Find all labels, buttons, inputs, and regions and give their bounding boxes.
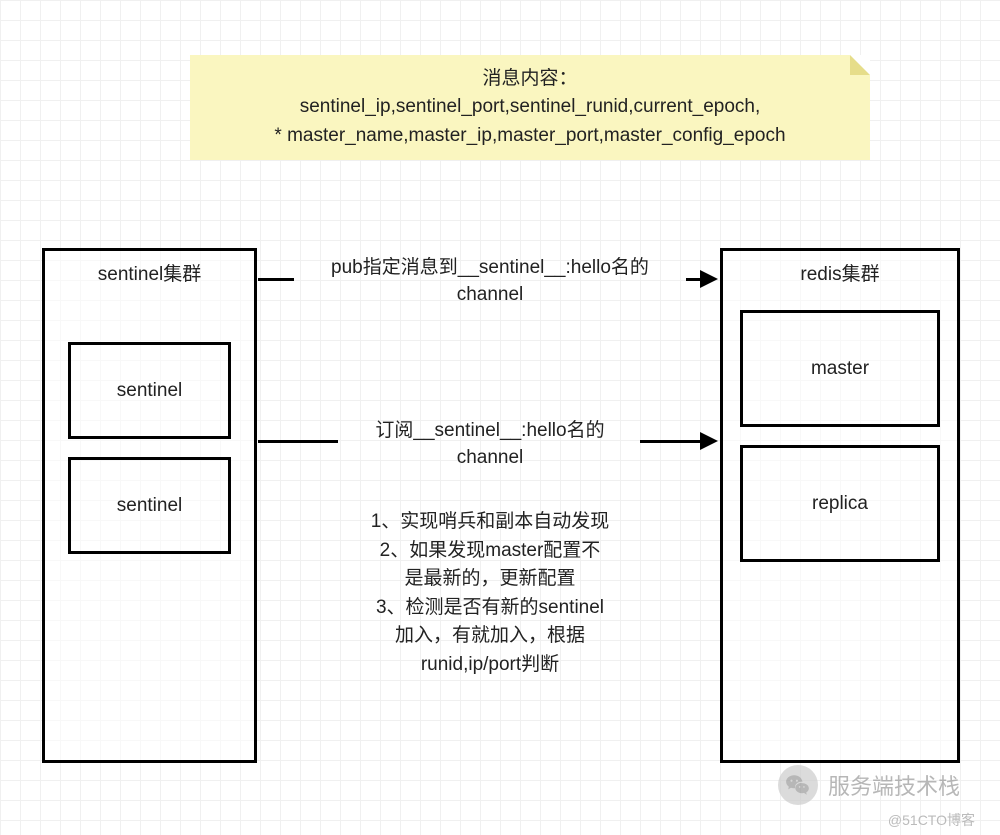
notes-item3c: runid,ip/port判断 [325, 651, 655, 680]
master-node: master [740, 310, 940, 427]
sentinel-node-1: sentinel [68, 342, 231, 439]
notes-item3b: 加入，有就加入，根据 [325, 622, 655, 651]
sentinel-cluster-title: sentinel集群 [45, 251, 254, 292]
attribution: @51CTO博客 [888, 810, 975, 830]
note-line1: sentinel_ip,sentinel_port,sentinel_runid… [300, 93, 761, 122]
arrow-top-line2: channel [295, 282, 685, 309]
sentinel-cluster-box: sentinel集群 sentinel sentinel [42, 248, 257, 763]
notes-item1: 1、实现哨兵和副本自动发现 [325, 508, 655, 537]
notes-item2a: 2、如果发现master配置不 [325, 537, 655, 566]
watermark-text: 服务端技术栈 [828, 769, 960, 801]
notes-item2b: 是最新的，更新配置 [325, 565, 655, 594]
sentinel-node-2: sentinel [68, 457, 231, 554]
arrow-top-line-left [258, 278, 294, 281]
arrow-top-line-right [686, 278, 701, 281]
note-line2: * master_name,master_ip,master_port,mast… [274, 122, 785, 151]
arrow-bottom-line-right [640, 440, 700, 443]
redis-cluster-box: redis集群 master replica [720, 248, 960, 763]
arrow-bottom-line2: channel [340, 445, 640, 472]
arrow-bottom-line-left [258, 440, 338, 443]
sticky-note: 消息内容： sentinel_ip,sentinel_port,sentinel… [190, 55, 870, 160]
arrow-top-line1: pub指定消息到__sentinel__:hello名的 [295, 255, 685, 282]
arrow-top-head [700, 270, 718, 288]
arrow-top-label: pub指定消息到__sentinel__:hello名的 channel [295, 255, 685, 308]
arrow-bottom-line1: 订阅__sentinel__:hello名的 [340, 418, 640, 445]
notes-item3a: 3、检测是否有新的sentinel [325, 594, 655, 623]
notes-list: 1、实现哨兵和副本自动发现 2、如果发现master配置不 是最新的，更新配置 … [325, 508, 655, 679]
replica-node: replica [740, 445, 940, 562]
arrow-bottom-label: 订阅__sentinel__:hello名的 channel [340, 418, 640, 471]
note-fold-corner [850, 55, 870, 75]
watermark: 服务端技术栈 [778, 765, 960, 805]
note-title: 消息内容： [482, 65, 577, 94]
arrow-bottom-head [700, 432, 718, 450]
redis-cluster-title: redis集群 [723, 251, 957, 292]
wechat-icon [778, 765, 818, 805]
